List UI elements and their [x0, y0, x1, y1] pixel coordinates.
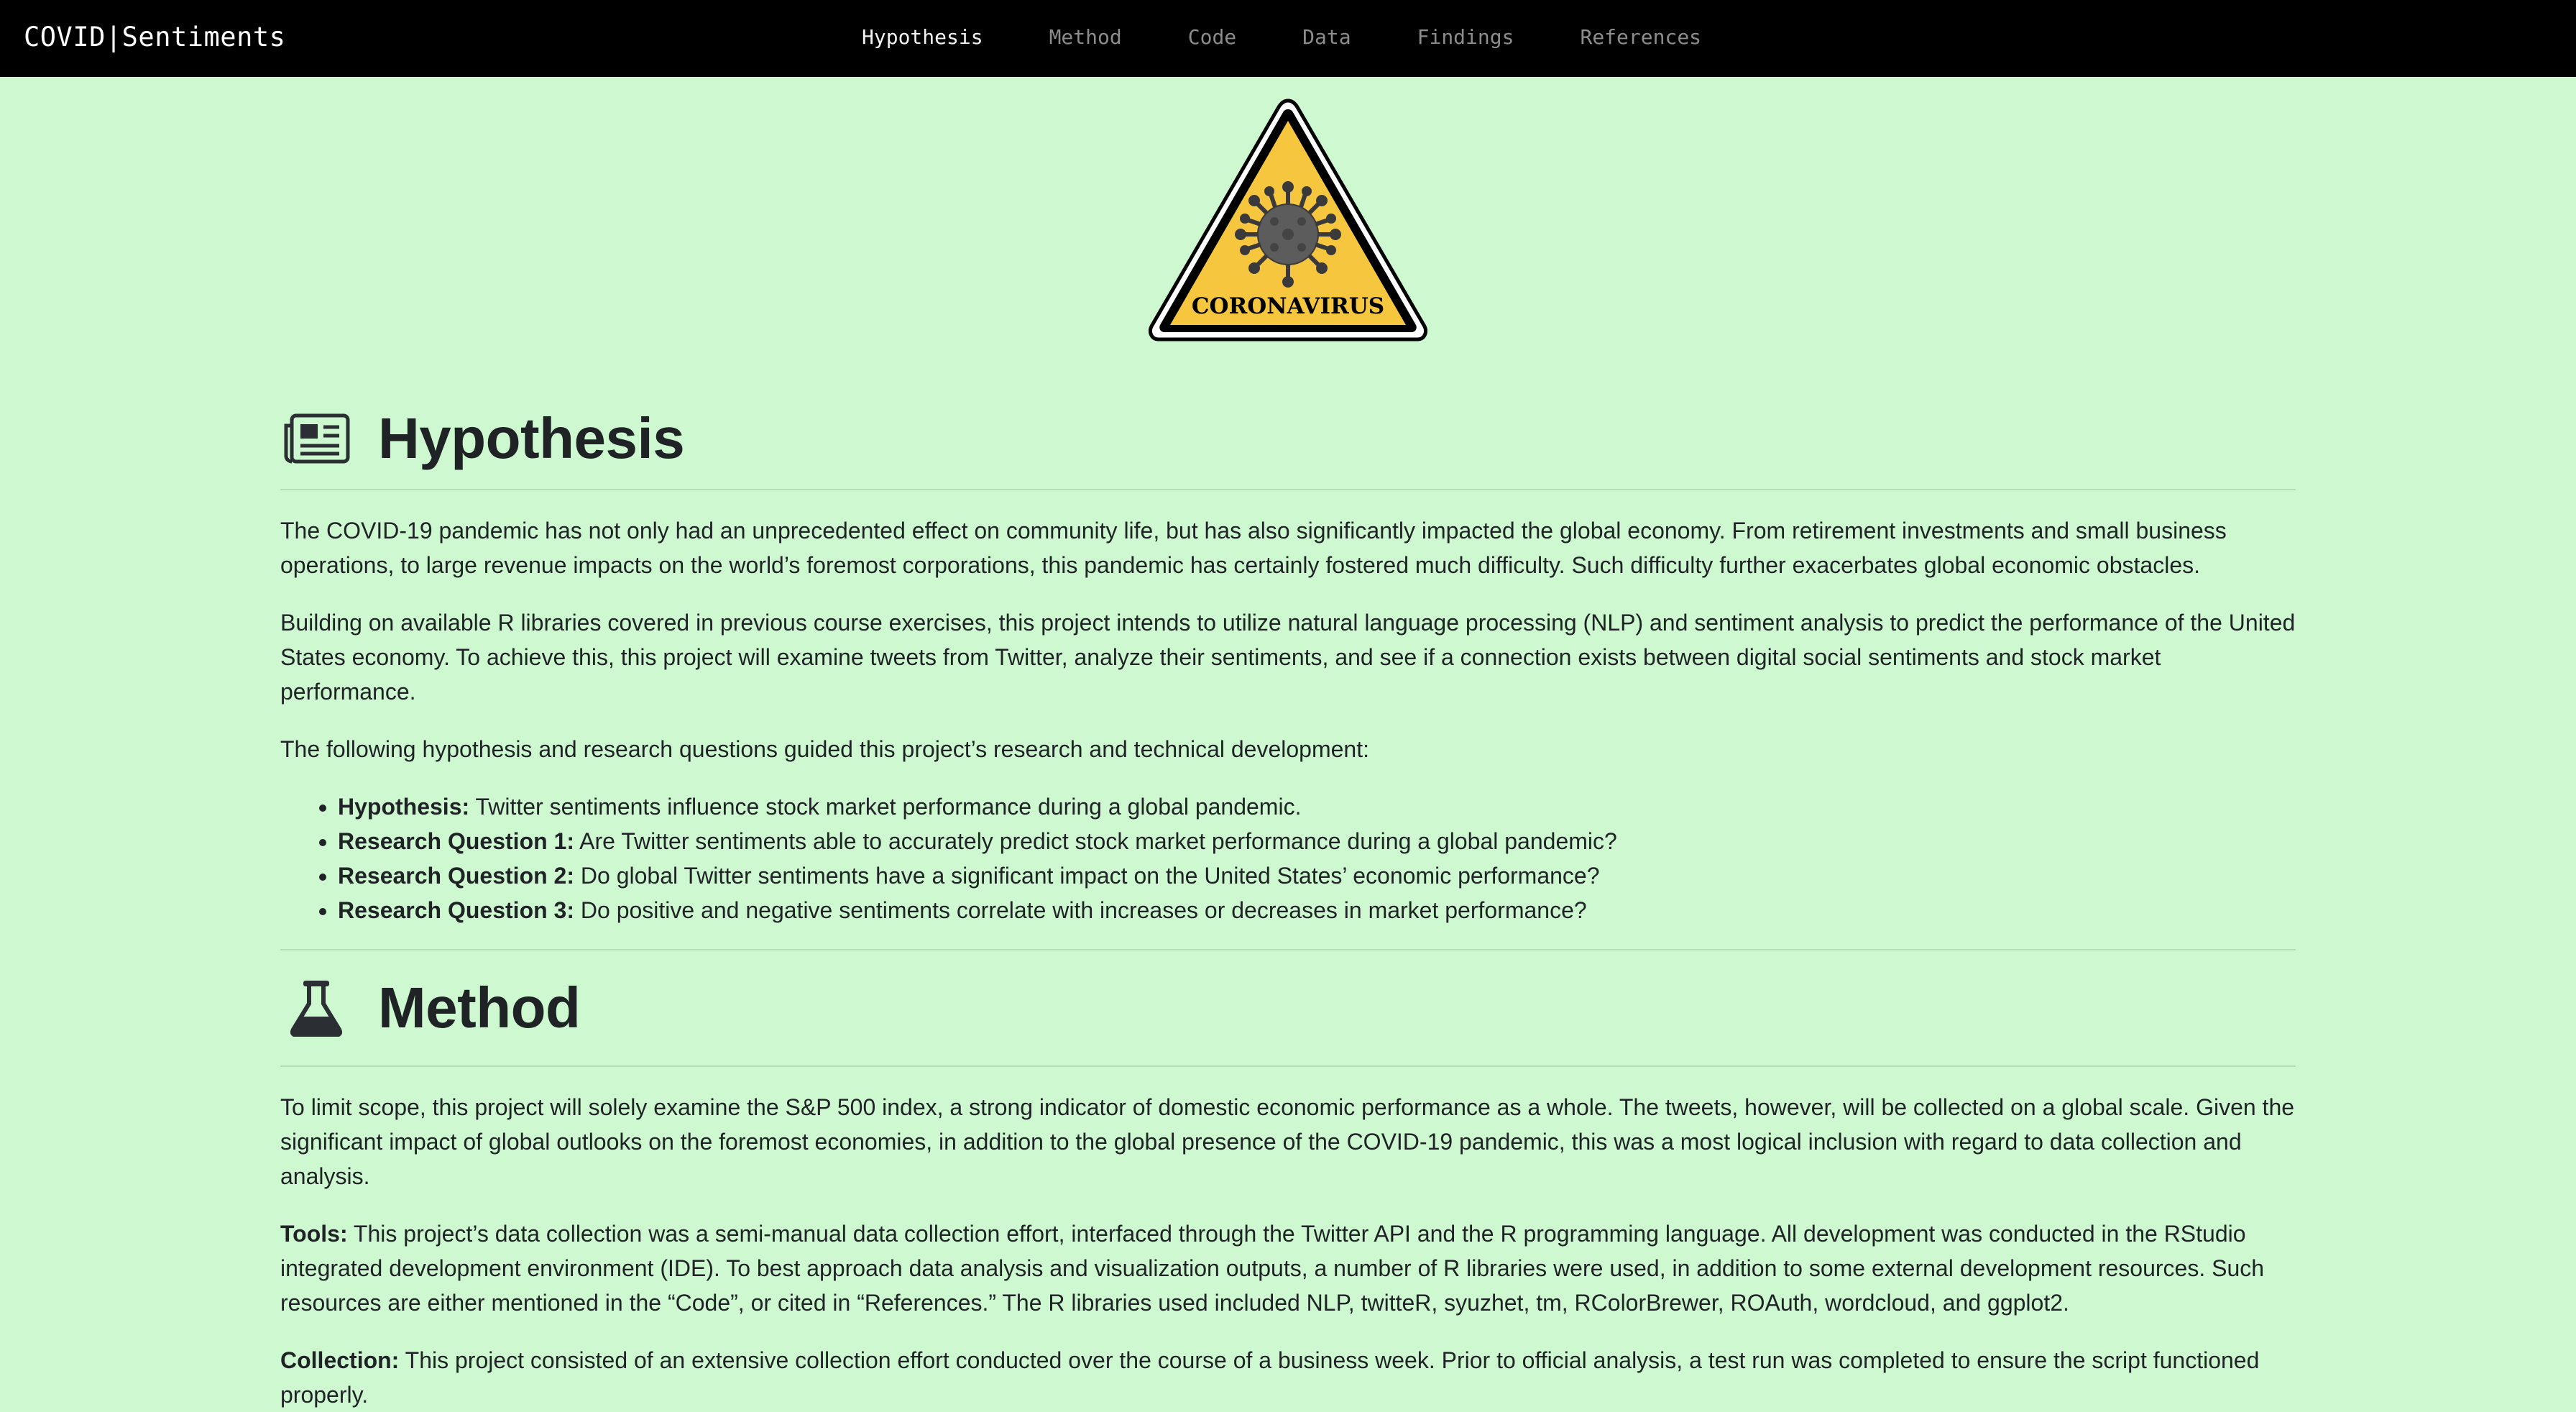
nav-link-findings[interactable]: Findings: [1417, 25, 1514, 49]
method-header: Method: [280, 950, 2296, 1065]
method-collection-paragraph: Collection: This project consisted of an…: [280, 1347, 2260, 1408]
flask-icon: [280, 972, 352, 1044]
list-item: Hypothesis: Twitter sentiments influence…: [338, 789, 2296, 824]
nav-links: Hypothesis Method Code Data Findings Ref…: [862, 0, 1701, 74]
hypothesis-section: Hypothesis The COVID-19 pandemic has not…: [280, 388, 2296, 927]
newspaper-icon: [280, 403, 352, 475]
main-content: Hypothesis The COVID-19 pandemic has not…: [280, 388, 2296, 1412]
divider: [280, 1065, 2296, 1067]
hypothesis-paragraph-3: The following hypothesis and research qu…: [280, 736, 1369, 762]
sign-text: CORONAVIRUS: [1192, 293, 1384, 319]
nav-link-data[interactable]: Data: [1302, 25, 1351, 49]
method-tools-paragraph: Tools: This project’s data collection wa…: [280, 1221, 2265, 1316]
nav-link-references[interactable]: References: [1580, 25, 1701, 49]
list-item: Research Question 3: Do positive and neg…: [338, 893, 2296, 927]
hypothesis-paragraph-2: Building on available R libraries covere…: [280, 610, 2296, 705]
nav-link-method[interactable]: Method: [1049, 25, 1122, 49]
research-questions-list: Hypothesis: Twitter sentiments influence…: [280, 789, 2296, 927]
method-intro-paragraph: To limit scope, this project will solely…: [280, 1094, 2295, 1189]
brand-link[interactable]: COVID|Sentiments: [24, 0, 285, 74]
list-item: Research Question 2: Do global Twitter s…: [338, 858, 2296, 893]
method-title: Method: [378, 976, 581, 1040]
nav-link-hypothesis[interactable]: Hypothesis: [862, 25, 983, 49]
divider: [280, 489, 2296, 490]
method-section: Method To limit scope, this project will…: [280, 950, 2296, 1412]
hypothesis-header: Hypothesis: [280, 388, 2296, 489]
hypothesis-title: Hypothesis: [378, 406, 685, 470]
coronavirus-warning-sign: CORONAVIRUS: [1148, 98, 1428, 342]
virus-icon: [1235, 181, 1341, 288]
warning-sign-graphic: CORONAVIRUS: [1148, 98, 1428, 341]
nav-link-code[interactable]: Code: [1188, 25, 1236, 49]
top-navbar: COVID|Sentiments Hypothesis Method Code …: [0, 0, 2576, 77]
hypothesis-paragraph-1: The COVID-19 pandemic has not only had a…: [280, 518, 2227, 578]
list-item: Research Question 1: Are Twitter sentime…: [338, 824, 2296, 858]
